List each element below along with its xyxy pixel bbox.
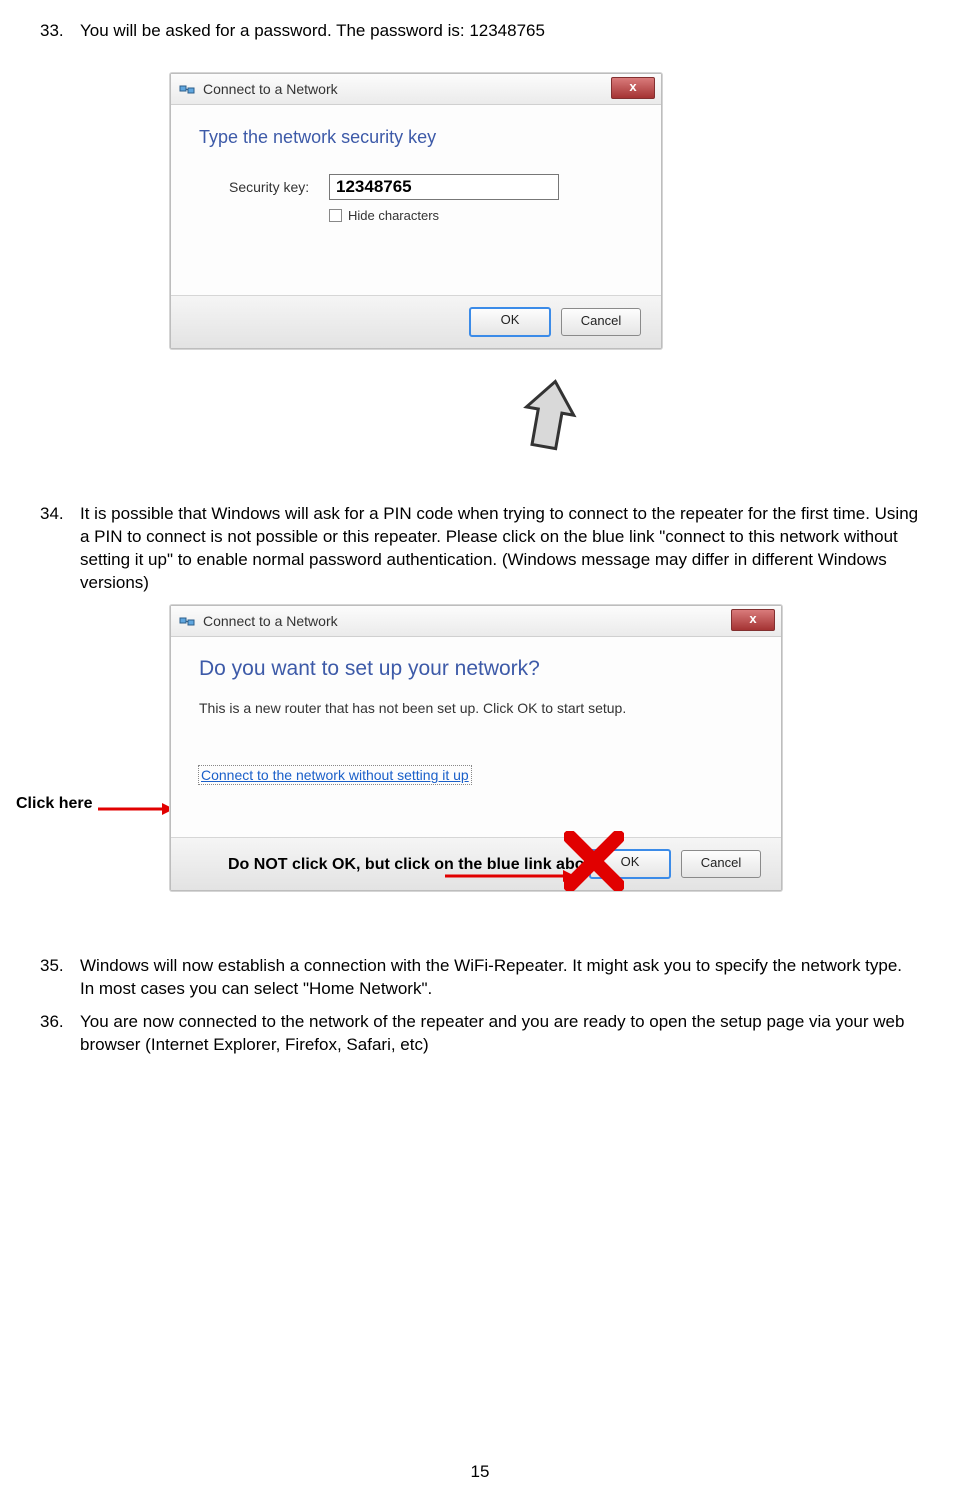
step-36-number: 36. <box>40 1011 80 1057</box>
page-number: 15 <box>0 1462 960 1482</box>
do-not-click-annotation: Do NOT click OK, but click on the blue l… <box>228 855 607 876</box>
dialog-security-key-wrap: Connect to a Network x Type the network … <box>170 73 660 473</box>
pointer-arrow-icon <box>500 379 620 469</box>
dialog1-heading: Type the network security key <box>199 127 633 148</box>
dialog2-heading: Do you want to set up your network? <box>199 657 753 681</box>
security-key-input[interactable] <box>329 174 559 200</box>
dialog-setup-network-wrap: Click here Connect to a Network x Do you… <box>90 605 850 925</box>
step-33-number: 33. <box>40 20 80 43</box>
hide-characters-label: Hide characters <box>348 208 439 223</box>
step-34-number: 34. <box>40 503 80 595</box>
security-key-label: Security key: <box>229 179 329 195</box>
network-icon <box>179 613 195 629</box>
dialog-security-key: Connect to a Network x Type the network … <box>170 73 662 349</box>
dialog2-titlebar: Connect to a Network x <box>171 606 781 637</box>
connect-without-setup-link[interactable]: Connect to the network without setting i… <box>199 766 471 784</box>
step-33-text: You will be asked for a password. The pa… <box>80 20 920 43</box>
hide-characters-checkbox[interactable] <box>329 209 342 222</box>
dialog-setup-network: Connect to a Network x Do you want to se… <box>170 605 782 891</box>
dialog1-title: Connect to a Network <box>203 81 338 97</box>
step-34-text: It is possible that Windows will ask for… <box>80 503 920 595</box>
dialog2-description: This is a new router that has not been s… <box>199 699 753 719</box>
dialog1-cancel-button[interactable]: Cancel <box>561 308 641 336</box>
step-35-text: Windows will now establish a connection … <box>80 955 920 1001</box>
dialog2-close-button[interactable]: x <box>731 609 775 631</box>
dialog2-title: Connect to a Network <box>203 613 338 629</box>
step-35-number: 35. <box>40 955 80 1001</box>
step-36-text: You are now connected to the network of … <box>80 1011 920 1057</box>
dialog1-close-button[interactable]: x <box>611 77 655 99</box>
dialog2-cancel-button[interactable]: Cancel <box>681 850 761 878</box>
dialog1-ok-button[interactable]: OK <box>469 307 551 337</box>
click-here-annotation: Click here <box>16 795 92 813</box>
dialog1-titlebar: Connect to a Network x <box>171 74 661 105</box>
click-here-arrow-icon <box>98 803 174 815</box>
network-icon <box>179 81 195 97</box>
